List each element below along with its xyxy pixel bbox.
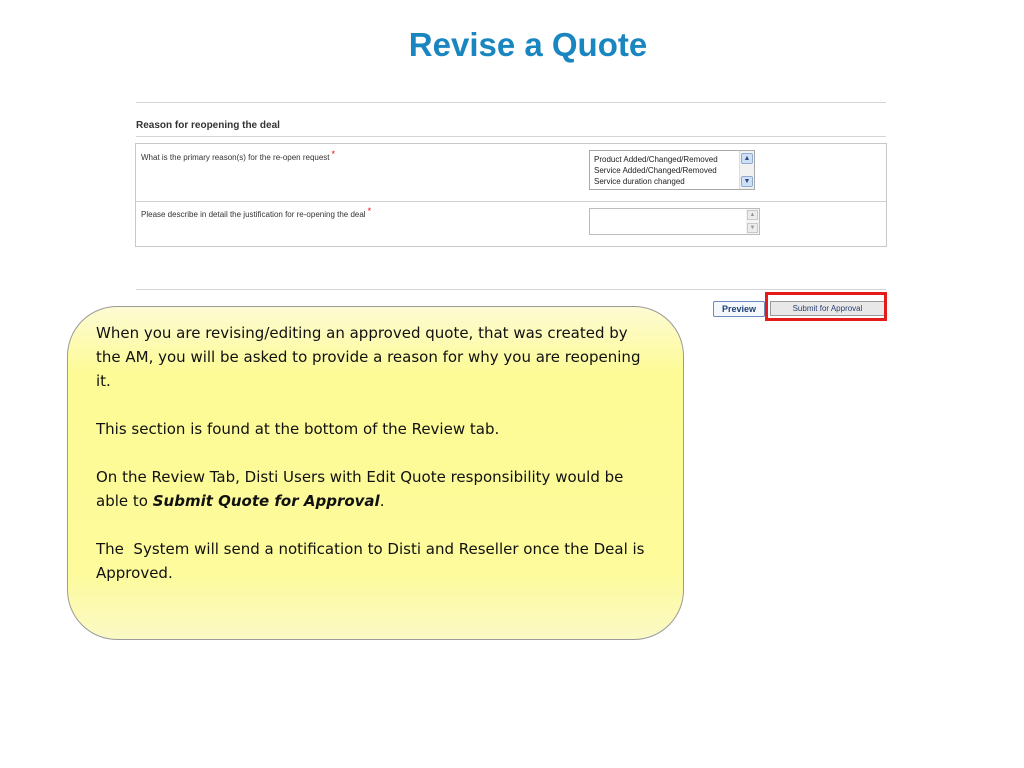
chevron-up-icon[interactable]: ▲ — [741, 153, 753, 164]
callout-emphasis: Submit Quote for Approval — [152, 492, 380, 510]
chevron-down-icon[interactable]: ▼ — [741, 176, 753, 187]
preview-button[interactable]: Preview — [713, 301, 765, 317]
callout-text: When you are revising/editing an approve… — [96, 321, 656, 609]
reopen-form: What is the primary reason(s) for the re… — [135, 143, 887, 247]
callout-text-run: . — [379, 492, 385, 510]
callout-paragraph: On the Review Tab, Disti Users with Edit… — [96, 465, 656, 513]
callout-paragraph: The System will send a notification to D… — [96, 540, 650, 582]
question-justification-label: Please describe in detail the justificat… — [141, 210, 366, 219]
listbox-scrollbar[interactable]: ▲ ▼ — [739, 151, 754, 189]
callout-paragraph: This section is found at the bottom of t… — [96, 420, 500, 438]
submit-highlight-frame — [765, 292, 887, 321]
divider-section — [136, 136, 886, 137]
question-primary-reason: What is the primary reason(s) for the re… — [141, 149, 336, 162]
row-divider — [136, 201, 886, 202]
reason-listbox[interactable]: Product Added/Changed/Removed Service Ad… — [589, 150, 755, 190]
callout-paragraph: When you are revising/editing an approve… — [96, 324, 641, 390]
chevron-down-icon[interactable]: ▼ — [747, 223, 758, 233]
section-title: Reason for reopening the deal — [136, 120, 280, 131]
callout-box: When you are revising/editing an approve… — [67, 306, 684, 640]
required-marker: * — [367, 206, 372, 216]
divider-actions — [136, 289, 886, 290]
question-primary-reason-label: What is the primary reason(s) for the re… — [141, 153, 330, 162]
slide-title: Revise a Quote — [408, 26, 648, 63]
divider-top — [136, 102, 886, 103]
textarea-scrollbar[interactable]: ▲ ▼ — [746, 209, 759, 234]
reason-option[interactable]: Service duration changed — [590, 176, 718, 187]
chevron-up-icon[interactable]: ▲ — [747, 210, 758, 220]
reason-option[interactable]: Product Added/Changed/Removed — [590, 154, 718, 165]
justification-textarea[interactable]: ▲ ▼ — [589, 208, 760, 235]
reason-options: Product Added/Changed/Removed Service Ad… — [590, 154, 718, 187]
question-justification: Please describe in detail the justificat… — [141, 206, 372, 219]
required-marker: * — [331, 149, 336, 159]
reason-option[interactable]: Service Added/Changed/Removed — [590, 165, 718, 176]
